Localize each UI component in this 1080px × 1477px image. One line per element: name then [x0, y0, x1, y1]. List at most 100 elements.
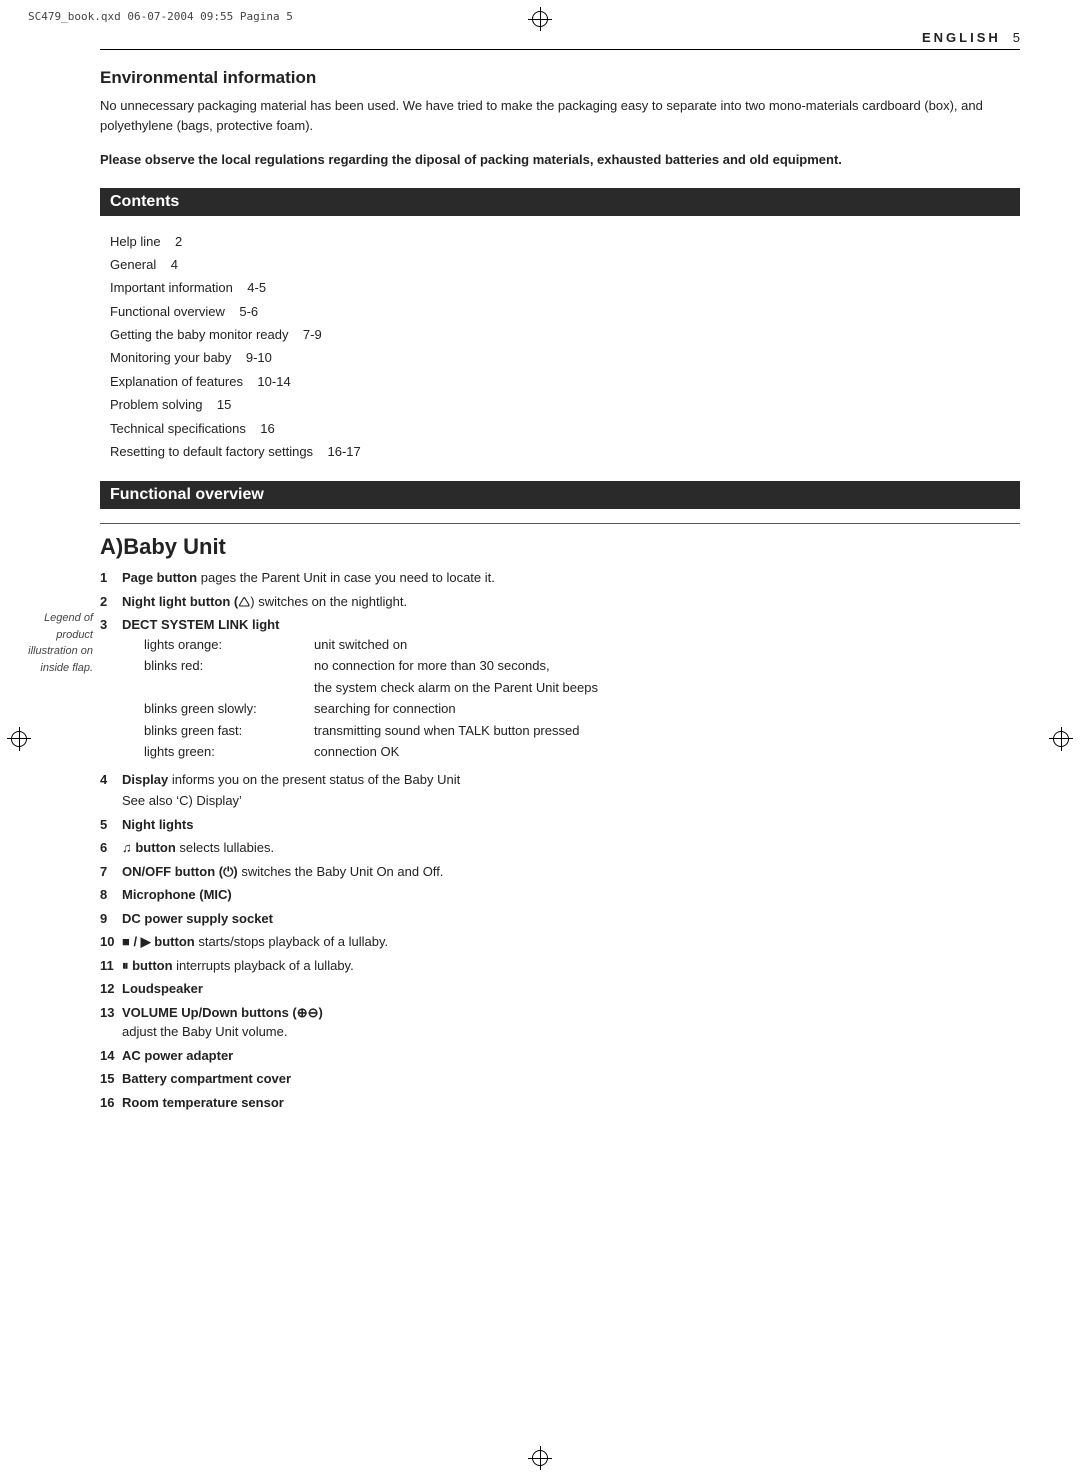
dect-value-2b: the system check alarm on the Parent Uni… [314, 678, 1020, 698]
item-number-15: 15 [100, 1069, 122, 1089]
dect-label-4: blinks green fast: [144, 721, 314, 741]
dect-label-1: lights orange: [144, 635, 314, 655]
item-content-1: Page button pages the Parent Unit in cas… [122, 568, 1020, 588]
item-number-13: 13 [100, 1003, 122, 1042]
contents-header: Contents [100, 188, 1020, 216]
list-item: Functional overview 5-6 [110, 300, 1020, 323]
item-desc-11: interrupts playback of a lullaby. [176, 958, 354, 973]
page-wrapper: SC479_book.qxd 06-07-2004 09:55 Pagina 5… [0, 0, 1080, 1477]
item-11: 11 ⏸ button interrupts playback of a lul… [100, 956, 1020, 976]
item-desc-6: selects lullabies. [179, 840, 274, 855]
list-item: Explanation of features 10-14 [110, 370, 1020, 393]
list-item: Important information 4-5 [110, 276, 1020, 299]
dect-row-2: blinks red: no connection for more than … [144, 656, 1020, 676]
item-10: 10 ■ / ▶ button starts/stops playback of… [100, 932, 1020, 952]
dect-row-5: lights green: connection OK [144, 742, 1020, 762]
dect-row-2b: the system check alarm on the Parent Uni… [144, 678, 1020, 698]
divider [100, 523, 1020, 524]
file-info: SC479_book.qxd 06-07-2004 09:55 Pagina 5 [28, 10, 293, 23]
item-desc-10: starts/stops playback of a lullaby. [198, 934, 388, 949]
item-number-9: 9 [100, 909, 122, 929]
item-content-8: Microphone (MIC) [122, 885, 1020, 905]
item-desc-4: informs you on the present status of the… [172, 772, 460, 787]
env-body2: Please observe the local regulations reg… [100, 150, 1020, 170]
item-label-2-end: ) [250, 594, 254, 609]
dect-label-3: blinks green slowly: [144, 699, 314, 719]
item-content-16: Room temperature sensor [122, 1093, 1020, 1113]
item-content-11: ⏸ button interrupts playback of a lullab… [122, 956, 1020, 976]
item-content-2: Night light button (🛆) switches on the n… [122, 592, 1020, 612]
dect-value-4: transmitting sound when TALK button pres… [314, 721, 1020, 741]
item-label-4: Display [122, 772, 168, 787]
reg-mark-bottom [525, 1443, 555, 1473]
item-15: 15 Battery compartment cover [100, 1069, 1020, 1089]
item-content-13: VOLUME Up/Down buttons (⊕⊖) adjust the B… [122, 1003, 1020, 1042]
page-language: ENGLISH [922, 30, 1001, 45]
item-content-15: Battery compartment cover [122, 1069, 1020, 1089]
content-area: ENGLISH 5 Environmental information No u… [100, 30, 1020, 1437]
item-desc-2: switches on the nightlight. [258, 594, 407, 609]
reg-mark-left [4, 724, 34, 754]
item-content-5: Night lights [122, 815, 1020, 835]
item-label-1: Page button [122, 570, 197, 585]
item-1: 1 Page button pages the Parent Unit in c… [100, 568, 1020, 588]
night-light-button: Night light button ( [122, 594, 238, 609]
item-number-11: 11 [100, 956, 122, 976]
item-label-13: VOLUME Up/Down buttons (⊕⊖) [122, 1005, 323, 1020]
item-number-5: 5 [100, 815, 122, 835]
item-6: 6 ♫ button selects lullabies. [100, 838, 1020, 858]
dect-value-1: unit switched on [314, 635, 1020, 655]
item-3: 3 DECT SYSTEM LINK light lights orange: … [100, 615, 1020, 766]
item-12: 12 Loudspeaker [100, 979, 1020, 999]
item-label-16: Room temperature sensor [122, 1095, 284, 1110]
baby-unit-title: A)Baby Unit [100, 534, 1020, 560]
item-label-9: DC power supply socket [122, 911, 273, 926]
item-number-12: 12 [100, 979, 122, 999]
dect-value-3: searching for connection [314, 699, 1020, 719]
item-14: 14 AC power adapter [100, 1046, 1020, 1066]
item-content-12: Loudspeaker [122, 979, 1020, 999]
list-item: General 4 [110, 253, 1020, 276]
list-item: Problem solving 15 [110, 393, 1020, 416]
dect-row-4: blinks green fast: transmitting sound wh… [144, 721, 1020, 741]
header-line: ENGLISH 5 [100, 30, 1020, 50]
list-item: Resetting to default factory settings 16… [110, 440, 1020, 463]
item-16: 16 Room temperature sensor [100, 1093, 1020, 1113]
item-13: 13 VOLUME Up/Down buttons (⊕⊖) adjust th… [100, 1003, 1020, 1042]
item-content-4: Display informs you on the present statu… [122, 770, 1020, 811]
dect-label-5: lights green: [144, 742, 314, 762]
dect-value-2: no connection for more than 30 seconds, [314, 656, 1020, 676]
item-label-11: ⏸ button [122, 958, 173, 973]
item-label-14: AC power adapter [122, 1048, 233, 1063]
contents-section: Contents Help line 2 General 4 Important… [100, 188, 1020, 464]
contents-list: Help line 2 General 4 Important informat… [100, 230, 1020, 464]
list-item: Help line 2 [110, 230, 1020, 253]
item-content-14: AC power adapter [122, 1046, 1020, 1066]
dect-label-2: blinks red: [144, 656, 314, 676]
reg-mark-right [1046, 724, 1076, 754]
item-label-6: ♫ button [122, 840, 176, 855]
dect-row-1: lights orange: unit switched on [144, 635, 1020, 655]
item-8: 8 Microphone (MIC) [100, 885, 1020, 905]
item-number-14: 14 [100, 1046, 122, 1066]
item-4: 4 Display informs you on the present sta… [100, 770, 1020, 811]
item-content-9: DC power supply socket [122, 909, 1020, 929]
item-label-12: Loudspeaker [122, 981, 203, 996]
item-label-7: ON/OFF button (⏻) [122, 864, 238, 879]
item-number-8: 8 [100, 885, 122, 905]
item-5: 5 Night lights [100, 815, 1020, 835]
dect-row-3: blinks green slowly: searching for conne… [144, 699, 1020, 719]
item-number-10: 10 [100, 932, 122, 952]
item-number-6: 6 [100, 838, 122, 858]
nightlight-icon: 🛆 [238, 595, 250, 609]
item-number-7: 7 [100, 862, 122, 882]
item-label-15: Battery compartment cover [122, 1071, 291, 1086]
item-label-5: Night lights [122, 817, 194, 832]
item-number-16: 16 [100, 1093, 122, 1113]
list-item: Technical specifications 16 [110, 417, 1020, 440]
item-desc-1: pages the Parent Unit in case you need t… [201, 570, 495, 585]
item-label-10: ■ / ▶ button [122, 934, 195, 949]
item-9: 9 DC power supply socket [100, 909, 1020, 929]
list-item: Monitoring your baby 9-10 [110, 346, 1020, 369]
item-label-3: DECT SYSTEM LINK light [122, 617, 279, 632]
